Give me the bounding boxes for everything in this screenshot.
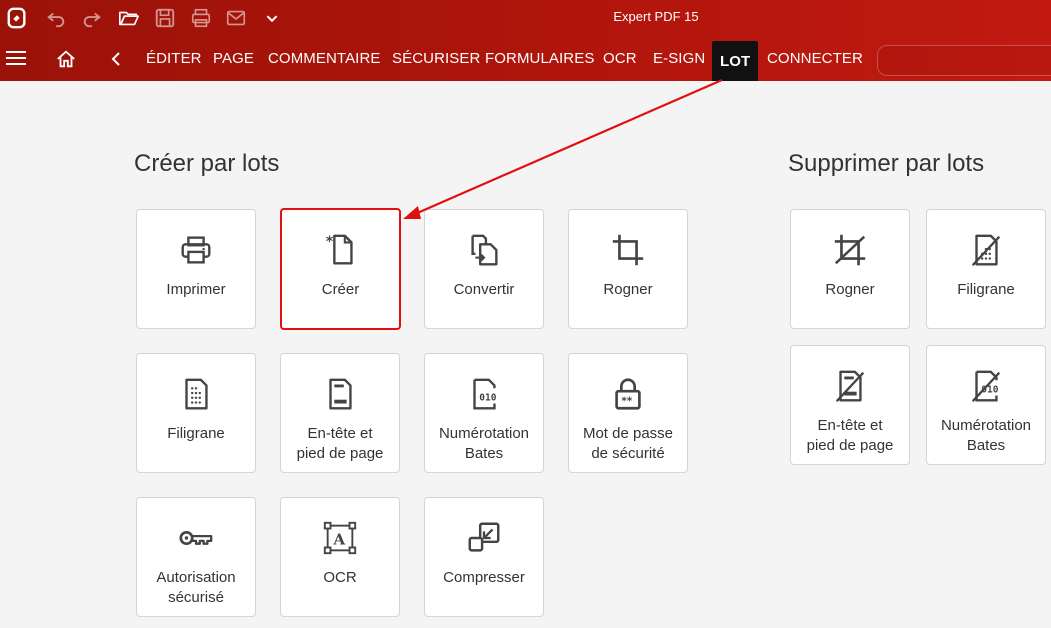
tab-commentaire[interactable]: COMMENTAIRE xyxy=(268,35,381,81)
remove-header-footer-icon xyxy=(830,366,870,406)
svg-text:010: 010 xyxy=(479,393,496,404)
app-title: Expert PDF 15 xyxy=(613,9,699,24)
security-permission-tile[interactable]: Autorisation sécurisé xyxy=(136,497,256,617)
chevron-left-icon[interactable] xyxy=(108,50,124,68)
tile-label: Créer xyxy=(321,281,360,298)
tile-label: Rogner xyxy=(825,281,875,298)
watermark-icon xyxy=(176,374,216,414)
password-tile[interactable]: ** Mot de passe de sécurité xyxy=(568,353,688,473)
printer-icon xyxy=(176,230,216,270)
tab-editer[interactable]: ÉDITER xyxy=(146,35,202,81)
header-footer-icon xyxy=(320,374,360,414)
tile-label: En-tête et pied de page xyxy=(296,425,384,462)
key-icon xyxy=(176,518,216,558)
print-tile[interactable]: Imprimer xyxy=(136,209,256,329)
remove-bates-tile[interactable]: 010 Numérotation Bates xyxy=(926,345,1046,465)
tile-label: Convertir xyxy=(453,281,515,298)
crop-tile[interactable]: Rogner xyxy=(568,209,688,329)
tile-label: Imprimer xyxy=(166,281,226,298)
tab-connecter[interactable]: CONNECTER xyxy=(767,35,863,81)
menu-icon[interactable] xyxy=(5,48,27,68)
tab-ocr[interactable]: OCR xyxy=(603,35,637,81)
tile-label: Filigrane xyxy=(167,425,225,442)
password-icon: ** xyxy=(608,374,648,414)
tile-label: Numérotation Bates xyxy=(940,417,1032,454)
remove-watermark-tile[interactable]: Filigrane xyxy=(926,209,1046,329)
remove-bates-icon: 010 xyxy=(966,366,1006,406)
svg-text:*: * xyxy=(325,234,333,250)
remove-section-title: Supprimer par lots xyxy=(788,150,985,177)
ribbon-tabs: ÉDITER PAGE COMMENTAIRE SÉCURISER FORMUL… xyxy=(0,35,1051,81)
convert-icon xyxy=(464,230,504,270)
compress-icon xyxy=(464,518,504,558)
tab-securiser[interactable]: SÉCURISER xyxy=(392,35,480,81)
tile-label: En-tête et pied de page xyxy=(806,417,894,454)
ocr-icon: A xyxy=(320,518,360,558)
tile-label: Mot de passe de sécurité xyxy=(582,425,674,462)
new-document-icon: * xyxy=(321,230,361,270)
remove-header-footer-tile[interactable]: En-tête et pied de page xyxy=(790,345,910,465)
remove-crop-icon xyxy=(830,230,870,270)
header-footer-tile[interactable]: En-tête et pied de page xyxy=(280,353,400,473)
tile-label: Numérotation Bates xyxy=(438,425,530,462)
create-tile[interactable]: * Créer xyxy=(280,208,401,330)
remove-crop-tile[interactable]: Rogner xyxy=(790,209,910,329)
tab-page[interactable]: PAGE xyxy=(213,35,254,81)
search-input[interactable] xyxy=(877,45,1051,76)
tile-label: OCR xyxy=(323,569,357,586)
home-icon[interactable] xyxy=(55,48,77,70)
bates-tile[interactable]: 010 Numérotation Bates xyxy=(424,353,544,473)
svg-text:A: A xyxy=(332,531,345,549)
tile-label: Filigrane xyxy=(957,281,1015,298)
watermark-tile[interactable]: Filigrane xyxy=(136,353,256,473)
bates-icon: 010 xyxy=(464,374,504,414)
svg-text:**: ** xyxy=(621,395,632,407)
ocr-tile[interactable]: A OCR xyxy=(280,497,400,617)
remove-watermark-icon xyxy=(966,230,1006,270)
tile-label: Rogner xyxy=(603,281,653,298)
crop-icon xyxy=(608,230,648,270)
tile-label: Compresser xyxy=(443,569,525,586)
title-bar: Expert PDF 15 xyxy=(0,0,1051,35)
convert-tile[interactable]: Convertir xyxy=(424,209,544,329)
compress-tile[interactable]: Compresser xyxy=(424,497,544,617)
tab-formulaires[interactable]: FORMULAIRES xyxy=(485,35,594,81)
tab-esign[interactable]: E-SIGN xyxy=(653,35,705,81)
tab-lot[interactable]: LOT xyxy=(712,41,759,81)
create-section-title: Créer par lots xyxy=(134,150,280,177)
tile-label: Autorisation sécurisé xyxy=(156,569,236,606)
